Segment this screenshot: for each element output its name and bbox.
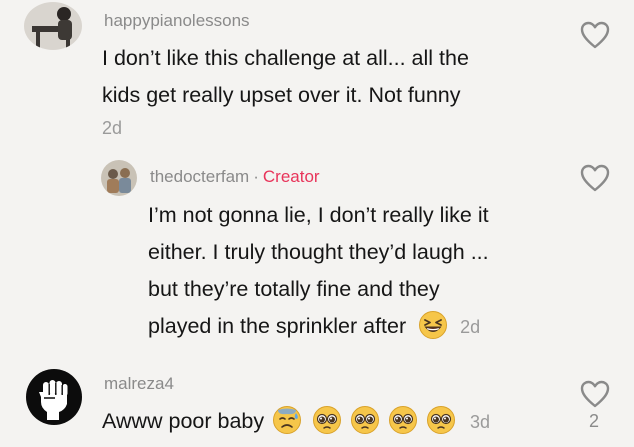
comment-text-content: Awww poor baby <box>102 409 265 433</box>
comment-age: 2d <box>102 118 123 138</box>
comment-text-line: either. I truly thought they’d laugh ... <box>148 240 489 264</box>
username[interactable]: happypianolessons <box>104 11 250 31</box>
username[interactable]: thedocterfam · Creator <box>150 167 320 187</box>
comment-text-line: kids get really upset over it. Not funny <box>102 83 461 107</box>
pleading-face-emoji <box>388 405 418 435</box>
comment-age: 2d <box>460 317 481 337</box>
avatar[interactable] <box>24 2 82 50</box>
comment-text-line: I’m not gonna lie, I don’t really like i… <box>148 203 489 227</box>
comment-text-line: but they’re totally fine and they <box>148 277 440 301</box>
pleading-face-emoji <box>350 405 380 435</box>
comment-text-line: played in the sprinkler after <box>148 314 407 338</box>
comment-text: I’m not gonna lie, I don’t really like i… <box>148 197 489 346</box>
pleading-face-emoji <box>312 405 342 435</box>
comment-text-line: I don’t like this challenge at all... al… <box>102 46 469 70</box>
raised-fist-avatar-icon[interactable] <box>25 368 83 426</box>
avatar[interactable] <box>101 160 137 196</box>
username[interactable]: malreza4 <box>104 374 174 394</box>
comment-text: Awww poor baby 3d <box>102 403 490 441</box>
username-text[interactable]: thedocterfam <box>150 167 249 186</box>
heart-outline-icon[interactable] <box>580 21 610 49</box>
comment-text: I don’t like this challenge at all... al… <box>102 40 469 114</box>
comment-text-line-last: played in the sprinkler after 2d <box>148 308 489 346</box>
separator-dot: · <box>253 167 259 186</box>
heart-outline-icon[interactable] <box>580 380 610 408</box>
comment-text-line: Awww poor baby 3d <box>102 403 490 441</box>
grinning-squinting-face-emoji <box>418 310 448 340</box>
pleading-face-emoji <box>426 405 456 435</box>
sweat-face-emoji <box>272 405 302 435</box>
heart-outline-icon[interactable] <box>580 164 610 192</box>
creator-badge: Creator <box>262 167 320 186</box>
comment-age: 3d <box>470 412 491 432</box>
like-count: 2 <box>589 411 600 431</box>
